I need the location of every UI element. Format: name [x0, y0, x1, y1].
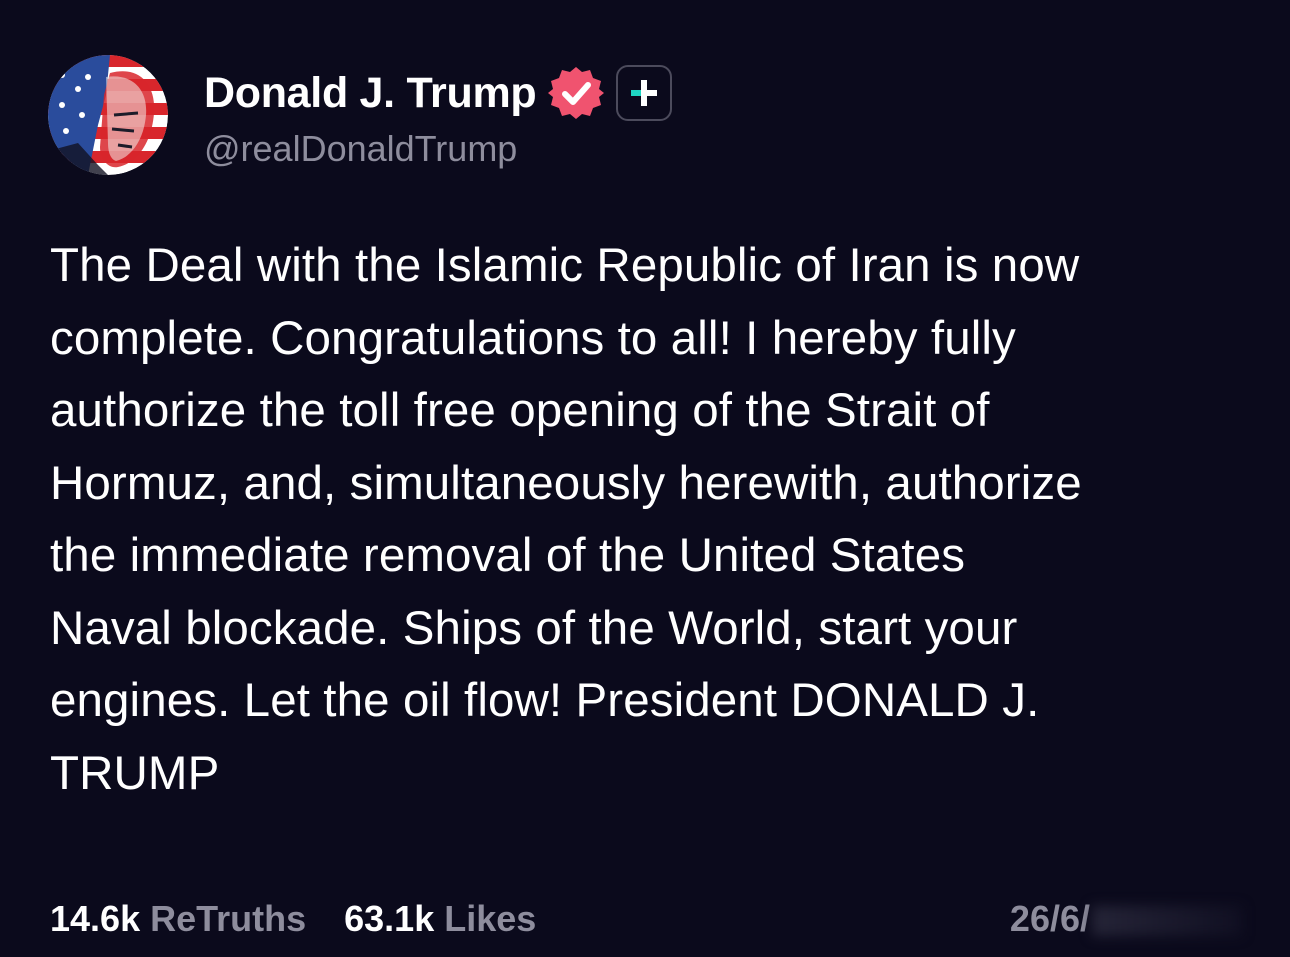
post-stats: 14.6k ReTruths 63.1k Likes [50, 898, 536, 940]
author-name-row: Donald J. Trump [204, 65, 673, 121]
plus-icon [631, 80, 658, 106]
likes-stat[interactable]: 63.1k Likes [344, 898, 536, 940]
author-handle[interactable]: @realDonaldTrump [204, 128, 517, 170]
verified-badge-icon [548, 65, 605, 121]
follow-button[interactable] [616, 65, 673, 121]
date-blur-overlay [1092, 906, 1242, 937]
post-date: 26/6/ [1010, 898, 1242, 940]
post-text: The Deal with the Islamic Republic of Ir… [50, 239, 1082, 800]
retruths-stat[interactable]: 14.6k ReTruths [50, 898, 306, 940]
author-name[interactable]: Donald J. Trump [204, 69, 537, 118]
likes-label: Likes [444, 898, 537, 939]
post-card: Donald J. Trump @realDonaldTrump The Dea… [0, 0, 1290, 957]
post-date-text: 26/6/ [1009, 898, 1090, 939]
retruths-label: ReTruths [150, 898, 307, 939]
avatar-image [48, 55, 168, 175]
retruths-count: 14.6k [50, 898, 141, 939]
likes-count: 63.1k [344, 898, 435, 939]
avatar[interactable] [48, 55, 168, 175]
